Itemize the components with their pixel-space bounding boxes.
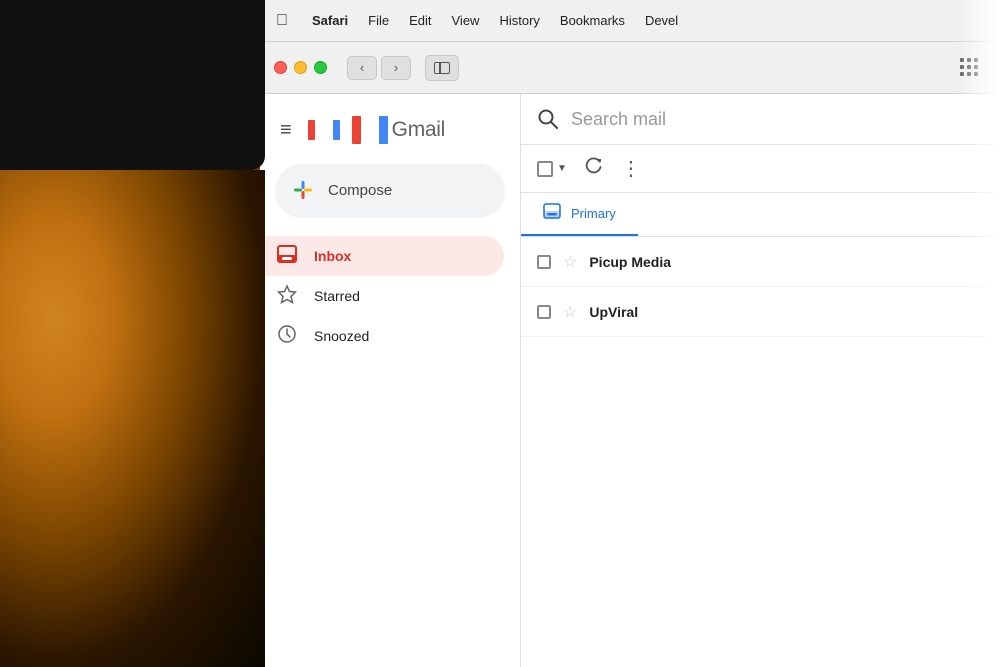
checkbox-icon bbox=[537, 161, 553, 177]
primary-tab-icon bbox=[543, 203, 561, 224]
tab-primary[interactable]: Primary bbox=[521, 193, 638, 236]
email-checkbox-1[interactable] bbox=[537, 255, 551, 269]
sidebar-toggle-icon bbox=[434, 62, 450, 74]
menu-view[interactable]: View bbox=[452, 13, 480, 28]
email-row-2[interactable]: ☆ UpViral bbox=[521, 287, 1000, 337]
nav-buttons: ‹ › bbox=[347, 56, 411, 80]
snoozed-icon bbox=[276, 324, 298, 349]
menu-history[interactable]: History bbox=[499, 13, 539, 28]
compose-label: Compose bbox=[328, 182, 392, 199]
nav-starred[interactable]: Starred bbox=[260, 276, 504, 316]
gmail-sidebar: ≡ bbox=[260, 94, 520, 667]
menu-edit[interactable]: Edit bbox=[409, 13, 431, 28]
starred-label: Starred bbox=[314, 288, 360, 304]
menu-file[interactable]: File bbox=[368, 13, 389, 28]
email-sender-1: Picup Media bbox=[589, 254, 671, 270]
email-toolbar: ▼ ⋮ bbox=[521, 145, 1000, 193]
grid-icon bbox=[960, 58, 979, 77]
email-checkbox-2[interactable] bbox=[537, 305, 551, 319]
nav-snoozed[interactable]: Snoozed bbox=[260, 316, 504, 356]
compose-plus-icon bbox=[292, 179, 314, 201]
refresh-button[interactable] bbox=[581, 157, 607, 180]
email-row-1[interactable]: ☆ Picup Media bbox=[521, 237, 1000, 287]
close-button[interactable] bbox=[274, 61, 287, 74]
gmail-m-icon bbox=[352, 116, 388, 144]
search-icon[interactable] bbox=[537, 108, 559, 130]
primary-tab-label: Primary bbox=[571, 206, 616, 221]
dropdown-arrow-icon[interactable]: ▼ bbox=[557, 163, 567, 174]
search-bar: Search mail bbox=[521, 94, 1000, 145]
menu-bookmarks[interactable]: Bookmarks bbox=[560, 13, 625, 28]
apple-icon[interactable]:  bbox=[276, 12, 288, 30]
gmail-wordmark: Gmail bbox=[392, 118, 445, 142]
mac-menubar:  Safari File Edit View History Bookmark… bbox=[260, 0, 1000, 42]
maximize-button[interactable] bbox=[314, 61, 327, 74]
star-icon bbox=[276, 284, 298, 309]
hamburger-menu[interactable]: ≡ bbox=[276, 116, 296, 144]
forward-button[interactable]: › bbox=[381, 56, 411, 80]
tab-grid-button[interactable] bbox=[952, 55, 986, 81]
search-placeholder[interactable]: Search mail bbox=[571, 109, 666, 130]
more-options-button[interactable]: ⋮ bbox=[621, 156, 641, 181]
inbox-label: Inbox bbox=[314, 248, 351, 264]
menu-devel[interactable]: Devel bbox=[645, 13, 678, 28]
gmail-app: ≡ bbox=[260, 94, 1000, 667]
minimize-button[interactable] bbox=[294, 61, 307, 74]
snoozed-label: Snoozed bbox=[314, 328, 369, 344]
back-button[interactable]: ‹ bbox=[347, 56, 377, 80]
email-tabs: Primary bbox=[521, 193, 1000, 237]
select-all-checkbox[interactable]: ▼ bbox=[537, 161, 567, 177]
nav-inbox[interactable]: Inbox bbox=[260, 236, 504, 276]
email-content-area: Search mail ▼ ⋮ bbox=[520, 94, 1000, 667]
email-sender-2: UpViral bbox=[589, 304, 638, 320]
browser-screen:  Safari File Edit View History Bookmark… bbox=[260, 0, 1000, 667]
email-list: ☆ Picup Media ☆ UpViral bbox=[521, 237, 1000, 667]
gmail-logo-group: Gmail bbox=[352, 116, 445, 144]
inbox-icon bbox=[276, 245, 298, 268]
sidebar-toggle-button[interactable] bbox=[425, 55, 459, 81]
browser-toolbar: ‹ › bbox=[260, 42, 1000, 94]
star-icon-1[interactable]: ☆ bbox=[563, 252, 577, 272]
star-icon-2[interactable]: ☆ bbox=[563, 302, 577, 322]
menu-safari[interactable]: Safari bbox=[312, 13, 348, 28]
gmail-m-logo bbox=[306, 116, 342, 144]
traffic-lights bbox=[274, 61, 327, 74]
compose-button[interactable]: Compose bbox=[276, 164, 504, 216]
